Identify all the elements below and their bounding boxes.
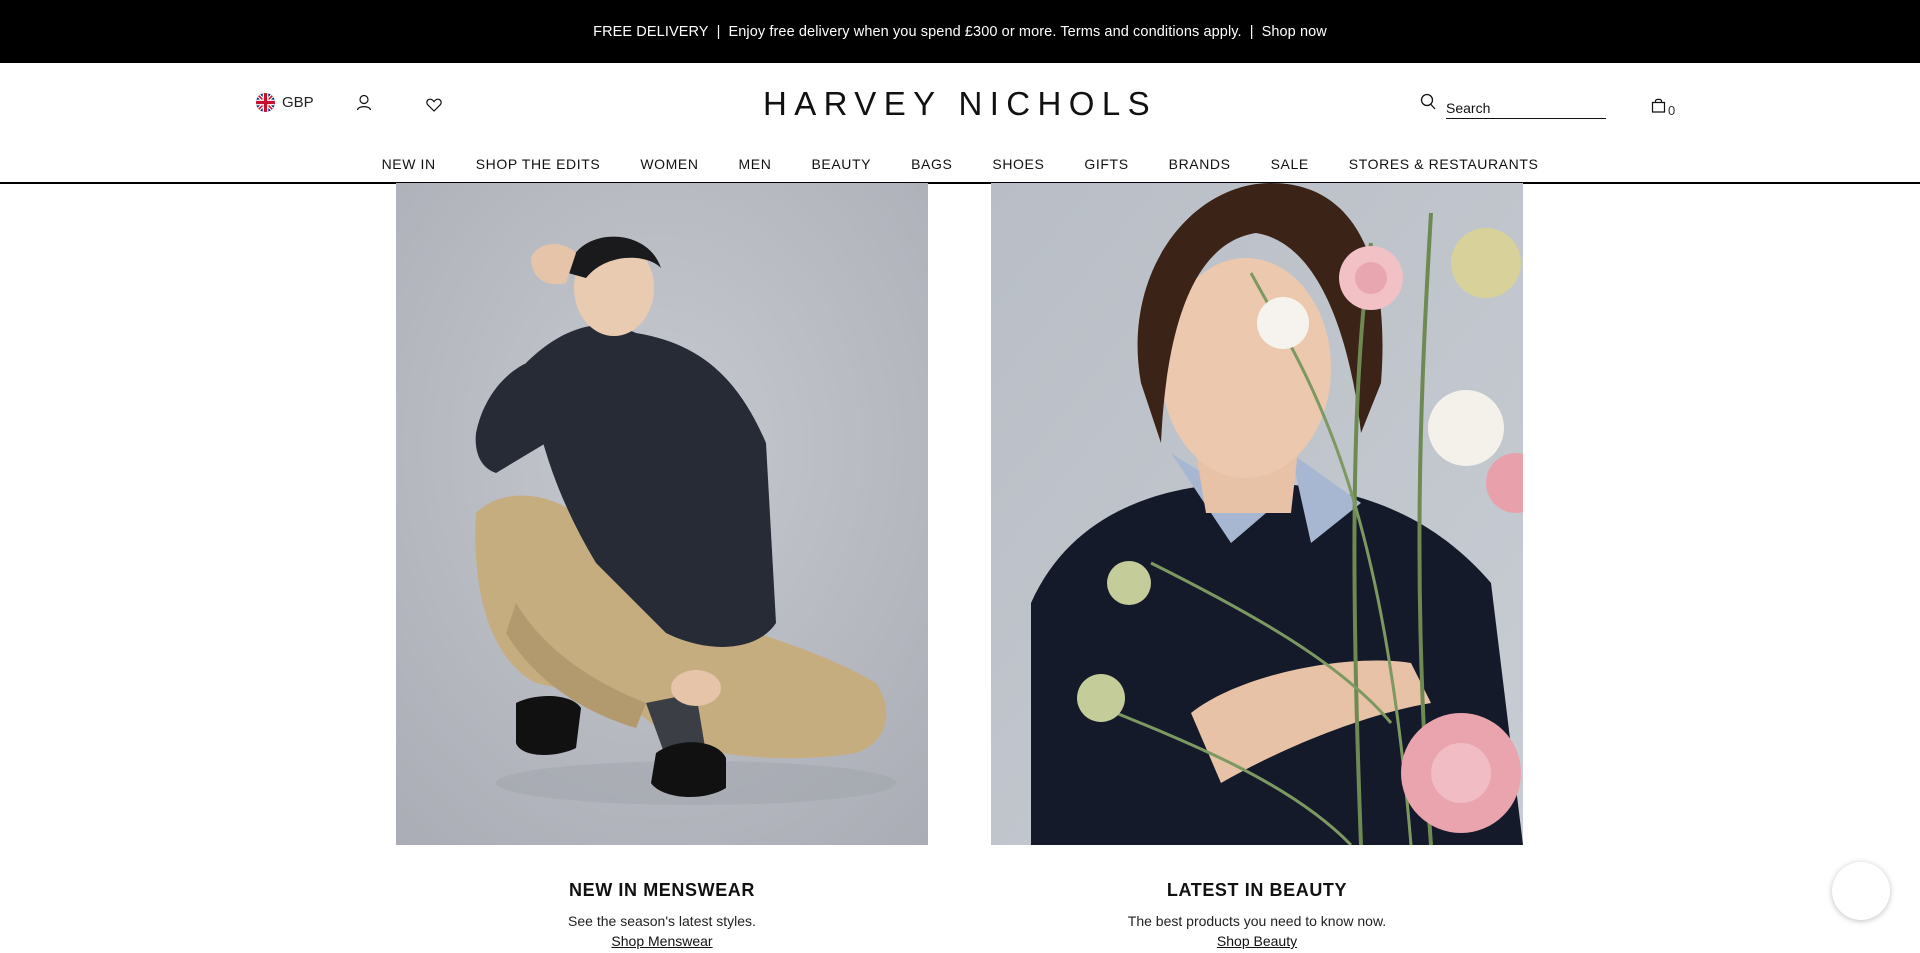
nav-item-new-in[interactable]: NEW IN <box>382 156 436 172</box>
chat-icon[interactable] <box>1832 862 1890 920</box>
menswear-promo-title: NEW IN MENSWEAR <box>569 880 755 900</box>
search-bar <box>1420 93 1606 119</box>
nav-item-beauty[interactable]: BEAUTY <box>811 156 871 172</box>
nav-item-stores-restaurants[interactable]: STORES & RESTAURANTS <box>1349 156 1539 172</box>
promo-separator: | <box>1249 23 1254 40</box>
nav-item-men[interactable]: MEN <box>739 156 772 172</box>
promo-bar: FREE DELIVERY | Enjoy free delivery when… <box>0 0 1920 63</box>
nav-item-sale[interactable]: SALE <box>1271 156 1309 172</box>
header-divider <box>0 182 1920 184</box>
shopping-bag-icon <box>1651 98 1666 118</box>
nav-item-brands[interactable]: BRANDS <box>1169 156 1231 172</box>
beauty-promo-subtitle: The best products you need to know now. <box>1127 913 1387 929</box>
main-nav: NEW IN SHOP THE EDITS WOMEN MEN BEAUTY B… <box>0 156 1920 172</box>
site-header: GBP HARVEY NICHOLS Search 0 NEW IN SHOP … <box>0 63 1920 184</box>
search-input[interactable] <box>1446 98 1606 119</box>
promo-text: Enjoy free delivery when you spend £300 … <box>728 23 1242 40</box>
nav-item-gifts[interactable]: GIFTS <box>1084 156 1128 172</box>
nav-item-shop-the-edits[interactable]: SHOP THE EDITS <box>476 156 601 172</box>
beauty-promo-caption: LATEST IN BEAUTY The best products you n… <box>991 880 1523 951</box>
promo-separator: | <box>716 23 721 40</box>
nav-item-bags[interactable]: BAGS <box>911 156 952 172</box>
shop-beauty-link[interactable]: Shop Beauty <box>1217 933 1297 949</box>
nav-item-women[interactable]: WOMEN <box>640 156 698 172</box>
menswear-promo-subtitle: See the season's latest styles. <box>568 913 756 929</box>
menswear-promo-caption: NEW IN MENSWEAR See the season's latest … <box>396 880 928 951</box>
shop-menswear-link[interactable]: Shop Menswear <box>611 933 712 949</box>
menswear-promo-image[interactable] <box>396 183 928 845</box>
search-icon[interactable] <box>1420 93 1436 111</box>
shopping-bag-button[interactable]: 0 <box>1651 98 1675 118</box>
bag-count: 0 <box>1668 103 1676 118</box>
beauty-promo-image[interactable] <box>991 183 1523 845</box>
site-logo[interactable]: HARVEY NICHOLS <box>0 85 1920 123</box>
promo-title: FREE DELIVERY <box>593 23 709 40</box>
beauty-promo-title: LATEST IN BEAUTY <box>1166 880 1348 900</box>
promo-shop-now-link[interactable]: Shop now <box>1262 24 1327 40</box>
nav-item-shoes[interactable]: SHOES <box>992 156 1044 172</box>
